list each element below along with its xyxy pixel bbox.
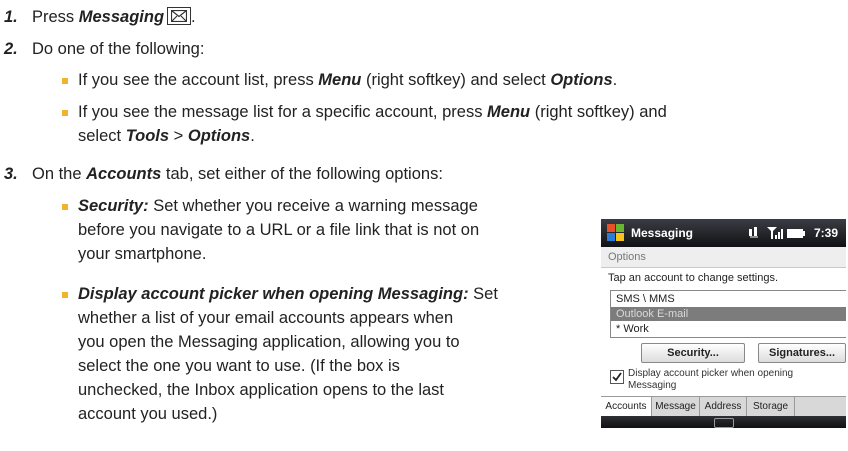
bullet-marker	[62, 292, 68, 298]
checkmark-icon	[612, 372, 622, 382]
tab-message[interactable]: Message	[652, 397, 700, 417]
phone-screenshot: Messaging 7:39 Options Tap an account to…	[601, 219, 846, 428]
app-title: Messaging	[631, 226, 694, 240]
windows-logo-icon[interactable]	[607, 224, 625, 242]
signal-battery-icon	[749, 227, 805, 239]
account-item[interactable]: SMS \ MMS	[611, 292, 846, 306]
clock: 7:39	[813, 226, 838, 240]
keyboard-icon[interactable]	[714, 418, 734, 428]
softkey-bar	[601, 416, 846, 428]
step-number: 1.	[4, 8, 18, 26]
bullet-marker	[62, 110, 68, 116]
tab-strip: Accounts Message Address Storage	[601, 396, 846, 417]
step-text: On the Accounts tab, set either of the f…	[32, 165, 443, 183]
step-text: Press Messaging.	[32, 7, 196, 26]
status-icons	[749, 226, 807, 244]
bullet-marker	[62, 78, 68, 84]
step-number: 2.	[4, 40, 18, 58]
account-item[interactable]: * Work	[611, 322, 846, 336]
bullet-text: If you see the account list, press Menu …	[78, 71, 618, 89]
bullet-text: Security: Set whether you receive a warn…	[78, 197, 480, 263]
step-number: 3.	[4, 165, 18, 183]
hint-text: Tap an account to change settings.	[608, 272, 779, 284]
envelope-icon	[167, 7, 192, 25]
options-header: Options	[601, 247, 846, 268]
bullet-text: If you see the message list for a specif…	[78, 103, 667, 145]
signatures-button[interactable]: Signatures...	[758, 343, 846, 363]
options-content: Tap an account to change settings. SMS \…	[601, 268, 846, 396]
bullet-marker	[62, 204, 68, 210]
step-text: Do one of the following:	[32, 40, 205, 58]
tab-storage[interactable]: Storage	[747, 397, 795, 417]
account-list[interactable]: SMS \ MMS Outlook E-mail * Work	[610, 290, 846, 338]
title-bar: Messaging 7:39	[601, 219, 846, 247]
account-item-selected[interactable]: Outlook E-mail	[611, 307, 846, 321]
security-button[interactable]: Security...	[641, 343, 745, 363]
messaging-term: Messaging	[78, 8, 165, 26]
bullet-text: Display account picker when opening Mess…	[78, 285, 498, 423]
tab-address[interactable]: Address	[700, 397, 747, 417]
tab-accounts[interactable]: Accounts	[601, 397, 652, 417]
account-picker-label: Display account picker when opening Messa…	[628, 368, 794, 391]
account-picker-checkbox[interactable]	[610, 370, 624, 384]
